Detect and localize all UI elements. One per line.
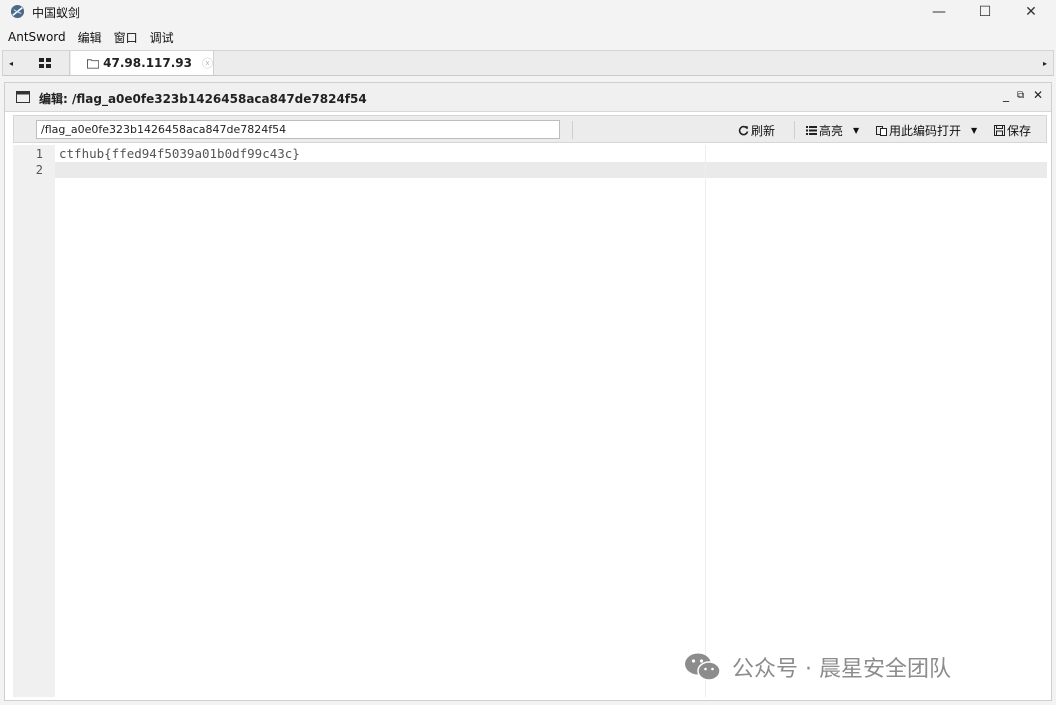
minimize-button[interactable]: —	[916, 0, 962, 24]
close-icon: ✕	[1025, 4, 1037, 20]
panel-title: 编辑: /flag_a0e0fe323b1426458aca847de7824f…	[39, 92, 367, 106]
active-line-highlight	[13, 162, 1047, 178]
refresh-label: 刷新	[751, 124, 776, 138]
minimize-icon: —	[932, 4, 946, 20]
window-title: 中国蚁剑	[32, 6, 81, 20]
save-icon	[994, 125, 1005, 136]
refresh-icon	[738, 125, 749, 136]
list-icon	[806, 126, 817, 135]
editor-toolbar: 刷新 高亮 ▼ 用此编码打开 ▼ 保	[13, 115, 1047, 143]
panel-header: 编辑: /flag_a0e0fe323b1426458aca847de7824f…	[5, 83, 1051, 112]
maximize-button[interactable]: ☐	[962, 0, 1008, 24]
arrow-right-icon: ▸	[1042, 58, 1047, 68]
refresh-button[interactable]: 刷新	[738, 122, 775, 139]
tab-scroll-right-button[interactable]: ▸	[1037, 51, 1053, 75]
arrow-left-icon: ◂	[8, 58, 13, 68]
tab-label: 47.98.117.93	[103, 56, 192, 70]
title-bar: 中国蚁剑 — ☐ ✕	[0, 0, 1056, 24]
maximize-icon: ☐	[978, 4, 992, 20]
tab-home[interactable]	[21, 51, 70, 75]
save-button[interactable]: 保存	[994, 122, 1031, 139]
menu-antsword[interactable]: AntSword	[0, 30, 72, 44]
menu-window[interactable]: 窗口	[108, 29, 144, 46]
toolbar-divider	[794, 121, 795, 139]
panel-restore-button[interactable]: ⧉	[1017, 90, 1024, 101]
editor-panel: 编辑: /flag_a0e0fe323b1426458aca847de7824f…	[4, 82, 1052, 701]
highlight-label: 高亮	[819, 124, 844, 138]
open-file-icon	[876, 125, 887, 136]
line-number: 2	[35, 163, 43, 177]
folder-icon	[87, 58, 100, 69]
code-line[interactable]: ctfhub{ffed94f5039a01b0df99c43c}	[59, 146, 300, 161]
watermark: 公众号 · 晨星安全团队	[684, 651, 951, 683]
close-button[interactable]: ✕	[1008, 0, 1054, 24]
line-number-gutter: 1 2	[13, 145, 55, 697]
caret-down-icon: ▼	[853, 126, 860, 135]
panel-minimize-button[interactable]: _	[1003, 88, 1009, 102]
menu-edit[interactable]: 编辑	[72, 29, 108, 46]
line-number: 1	[35, 147, 43, 161]
open-with-encoding-label: 用此编码打开	[889, 124, 962, 138]
file-path-input[interactable]	[36, 120, 560, 139]
wechat-icon	[685, 653, 721, 681]
code-editor[interactable]: 1 2 ctfhub{ffed94f5039a01b0df99c43c}	[13, 145, 1047, 697]
tab-close-icon[interactable]: ⓧ	[202, 55, 213, 71]
panel-close-button[interactable]: ✕	[1033, 88, 1043, 102]
window-icon	[16, 91, 30, 103]
menu-debug[interactable]: 调试	[144, 29, 180, 46]
open-with-encoding-dropdown[interactable]: 用此编码打开 ▼	[876, 122, 977, 139]
caret-down-icon: ▼	[971, 126, 978, 135]
watermark-text: 公众号 · 晨星安全团队	[732, 657, 951, 682]
save-label: 保存	[1007, 124, 1032, 138]
grid-icon	[39, 58, 51, 68]
menu-bar: AntSword 编辑 窗口 调试	[0, 27, 1056, 47]
tab-scroll-left-button[interactable]: ◂	[3, 51, 19, 75]
toolbar-divider	[572, 121, 573, 139]
tab-bar: ◂ 47.98.117.93 ⓧ ▸	[2, 50, 1054, 76]
print-margin	[705, 145, 706, 697]
antsword-logo-icon	[10, 4, 25, 19]
tab-47-98-117-93[interactable]: 47.98.117.93 ⓧ	[71, 51, 214, 75]
highlight-dropdown[interactable]: 高亮 ▼	[806, 122, 859, 139]
